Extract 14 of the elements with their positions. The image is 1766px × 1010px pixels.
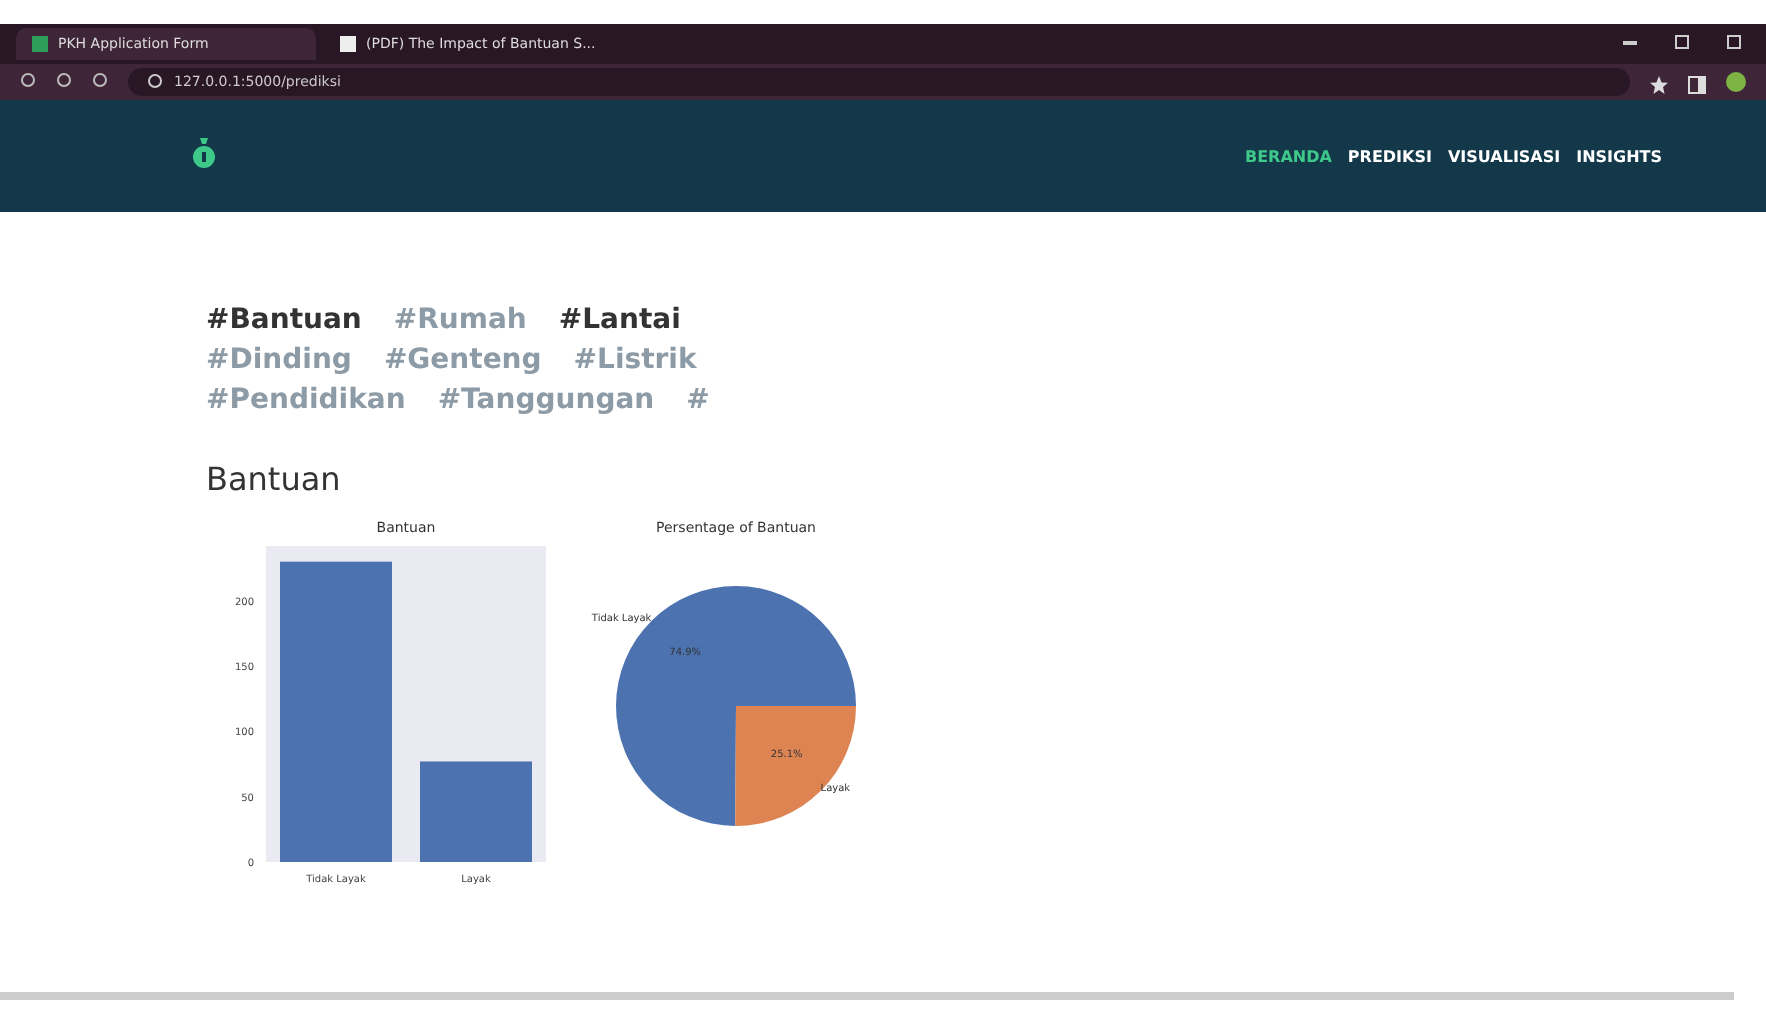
close-icon[interactable] <box>1726 33 1742 55</box>
tag-link[interactable]: #Bantuan <box>206 304 362 336</box>
nav-link[interactable]: PREDIKSI <box>1347 147 1432 165</box>
tab-favicon-icon <box>32 36 48 52</box>
tag-link[interactable]: #Lantai <box>558 304 681 336</box>
tab-favicon-icon <box>340 36 356 52</box>
scrollbar[interactable] <box>0 992 1734 1000</box>
section-heading: Bantuan <box>206 460 343 498</box>
nav-link[interactable]: INSIGHTS <box>1576 147 1662 165</box>
nav-link[interactable]: BERANDA <box>1244 147 1332 165</box>
nav-link[interactable]: VISUALISASI <box>1447 147 1561 165</box>
maximize-icon[interactable] <box>1674 33 1690 55</box>
profile-avatar[interactable] <box>1726 72 1746 92</box>
bar <box>420 761 532 862</box>
